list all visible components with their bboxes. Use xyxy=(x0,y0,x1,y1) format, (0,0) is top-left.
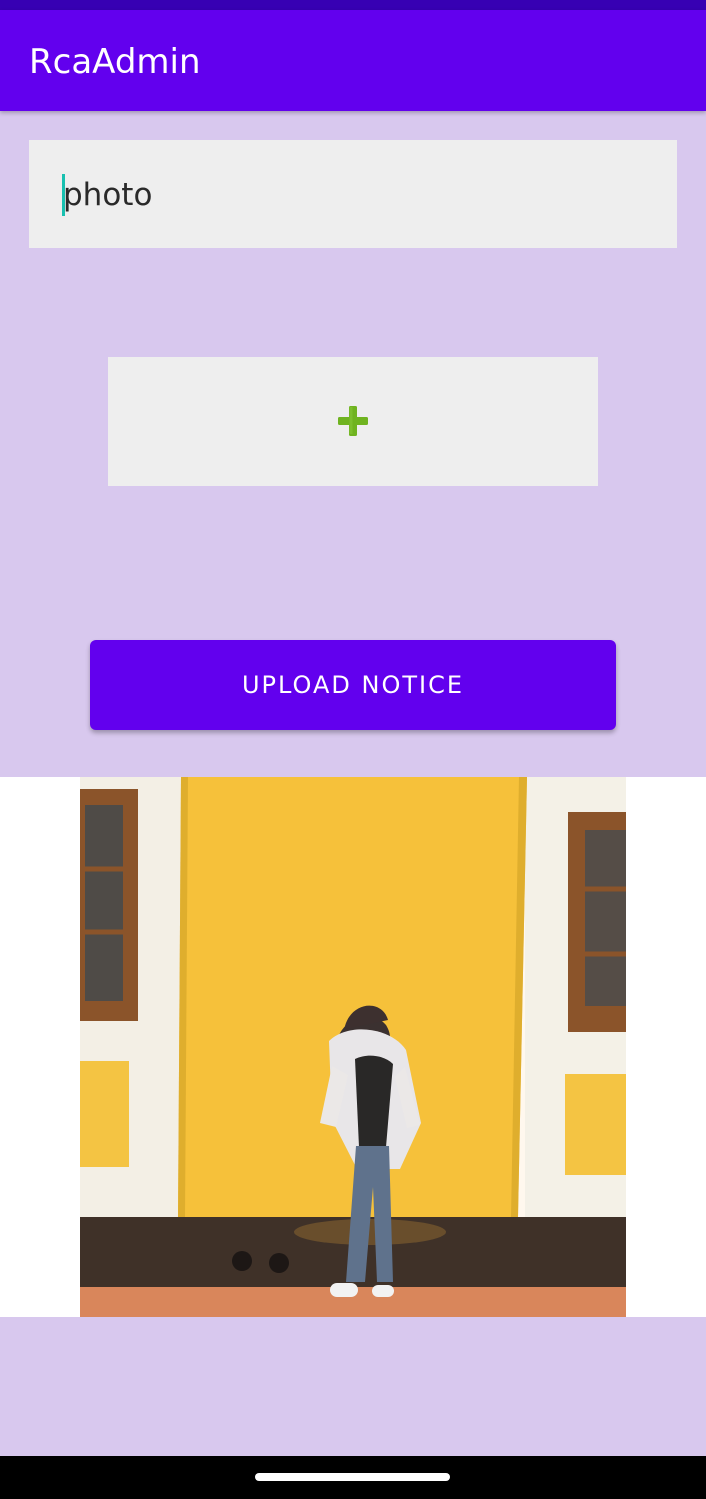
status-bar xyxy=(0,0,706,10)
selected-notice-image xyxy=(80,777,626,1317)
home-indicator[interactable] xyxy=(255,1473,450,1481)
upload-notice-button[interactable]: UPLOAD NOTICE xyxy=(90,640,616,730)
add-image-button[interactable] xyxy=(108,357,598,486)
plus-icon xyxy=(338,406,368,436)
image-preview-area xyxy=(0,777,706,1317)
app-title: RcaAdmin xyxy=(29,42,201,82)
screen: RcaAdmin photo UPLOAD NOTICE xyxy=(0,0,706,1499)
system-navigation-bar xyxy=(0,1456,706,1499)
notice-title-value[interactable]: photo xyxy=(63,173,152,217)
notice-title-input[interactable]: photo xyxy=(29,140,677,248)
app-bar: RcaAdmin xyxy=(0,10,706,111)
